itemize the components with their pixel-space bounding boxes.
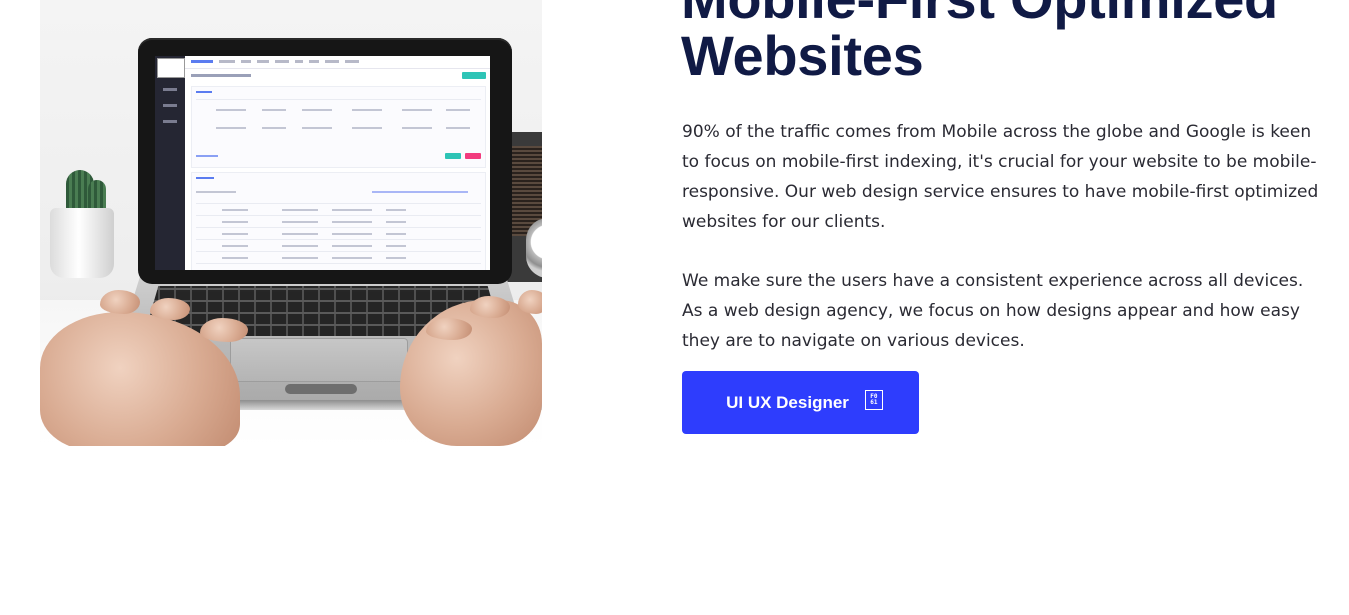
detail-paragraph: We make sure the users have a consistent… xyxy=(682,271,1304,351)
intro-paragraph: 90% of the traffic comes from Mobile acr… xyxy=(682,122,1319,232)
screen-filter-card xyxy=(191,86,486,168)
plant-pot xyxy=(50,208,114,278)
cta-label: UI UX Designer xyxy=(726,392,849,412)
right-finger xyxy=(470,296,510,318)
laptop-photo xyxy=(40,0,542,446)
screen-table-card xyxy=(191,172,486,270)
ui-ux-designer-button[interactable]: UI UX Designer F0 61 xyxy=(682,371,919,434)
left-finger xyxy=(100,290,140,314)
right-thumb xyxy=(426,318,472,340)
screen-topbar xyxy=(185,56,490,69)
laptop-screen xyxy=(155,56,490,270)
left-finger xyxy=(150,298,190,320)
laptop-trackpad xyxy=(230,338,408,382)
screen-add-button xyxy=(462,72,486,79)
screen-sidebar xyxy=(155,56,185,270)
section-heading: Mobile-First Optimized Websites xyxy=(681,0,1278,87)
qr-code-icon: F0 61 xyxy=(864,389,883,410)
left-thumb xyxy=(200,318,248,342)
laptop-notch xyxy=(285,384,357,394)
screen-breadcrumb xyxy=(191,74,251,77)
screen-logo xyxy=(157,58,185,78)
laptop-lid xyxy=(138,38,512,284)
right-finger xyxy=(518,290,542,314)
qr-code-text-bottom: 61 xyxy=(870,398,878,406)
